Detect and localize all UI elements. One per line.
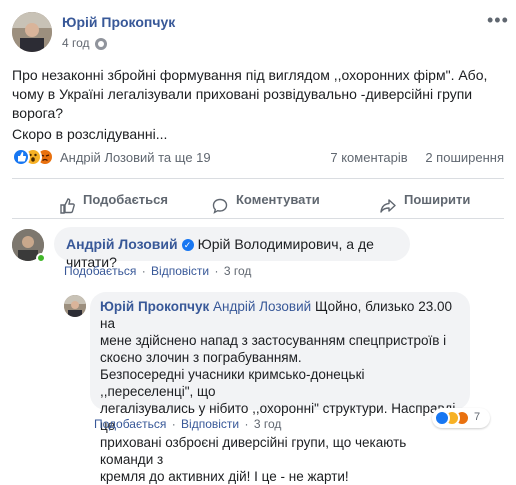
reply-reaction-count: 7 xyxy=(474,411,481,423)
reply-text-line: мене здійснено напад з застосуванням спе… xyxy=(100,333,447,348)
reply-reply-link[interactable]: Відповісти xyxy=(181,417,239,431)
engagement-counts: 7 коментарів 2 поширення xyxy=(316,150,504,165)
reply-author[interactable]: Юрій Прокопчук xyxy=(100,299,209,314)
reply-text-line: Безпосередні учасники кримсько-донецькі … xyxy=(100,367,365,399)
reply-time[interactable]: 3 год xyxy=(254,417,282,431)
reactions-summary[interactable]: Андрій Лозовий та ще 19 7 коментарів 2 п… xyxy=(12,148,504,168)
share-button-label: Поширити xyxy=(404,192,471,207)
facebook-post: Юрій Прокопчук 4 год ••• Про незаконні з… xyxy=(0,0,516,484)
comment-button-label: Коментувати xyxy=(236,192,320,207)
share-button[interactable]: Поширити xyxy=(380,183,470,217)
share-arrow-icon xyxy=(380,193,396,213)
like-reaction-icon xyxy=(12,148,30,166)
comment-author[interactable]: Андрій Лозовий xyxy=(66,236,178,252)
comment-bubble: Андрій Лозовий ✓ Юрій Володимирович, а де … xyxy=(54,227,410,270)
shares-count[interactable]: 2 поширення xyxy=(425,150,504,165)
divider xyxy=(12,218,504,219)
comments-count[interactable]: 7 коментарів xyxy=(330,150,407,165)
reply-bubble: Юрій Прокопчук Андрій Лозовий Щойно, бли… xyxy=(90,292,470,484)
verified-badge-icon: ✓ xyxy=(181,239,194,252)
reply-text-line: скоєно злочин з пограбуванням. xyxy=(100,350,302,365)
globe-icon xyxy=(95,38,107,50)
comment-time[interactable]: 3 год xyxy=(224,264,252,278)
reply-meta: Подобається · Відповісти · 3 год xyxy=(94,417,282,431)
comment-button[interactable]: Коментувати xyxy=(212,183,320,217)
reply-like-link[interactable]: Подобається xyxy=(94,417,166,431)
author-avatar[interactable] xyxy=(12,12,52,52)
comment-reply-link[interactable]: Відповісти xyxy=(151,264,209,278)
comment-meta: Подобається · Відповісти · 3 год xyxy=(64,264,252,278)
like-button[interactable]: Подобається xyxy=(59,183,168,217)
divider xyxy=(12,178,504,179)
comment-icon xyxy=(212,193,228,214)
thumbs-up-icon xyxy=(59,193,75,214)
online-status-dot xyxy=(36,253,46,263)
post-text-line: чому в Україні легалізували приховані ро… xyxy=(12,86,473,102)
post-text-line: ворога? xyxy=(12,105,64,121)
reply-reactions[interactable]: 7 xyxy=(432,408,490,428)
post-text-line: Про незаконні збройні формування під виг… xyxy=(12,67,488,83)
like-button-label: Подобається xyxy=(83,192,168,207)
reply-author-avatar[interactable] xyxy=(64,295,86,317)
more-options-icon[interactable]: ••• xyxy=(487,10,509,31)
like-reaction-icon xyxy=(434,410,450,426)
post-author-name[interactable]: Юрій Прокопчук xyxy=(62,14,175,30)
post-timestamp[interactable]: 4 год xyxy=(62,36,90,50)
post-text: Про незаконні збройні формування під виг… xyxy=(12,66,504,144)
post-text-line[interactable]: Скоро в розслідуванні... xyxy=(12,125,504,144)
reactors-text[interactable]: Андрій Лозовий та ще 19 xyxy=(60,150,211,165)
post-actions: Подобається Коментувати Поширити xyxy=(12,183,504,217)
reply-text-line: приховані озброєні диверсійні групи, що … xyxy=(100,435,407,467)
reply-mention[interactable]: Андрій Лозовий xyxy=(213,299,311,314)
reply-text-line: кремля до активних дій! І це - не жарти! xyxy=(100,469,349,484)
comment-like-link[interactable]: Подобається xyxy=(64,264,136,278)
